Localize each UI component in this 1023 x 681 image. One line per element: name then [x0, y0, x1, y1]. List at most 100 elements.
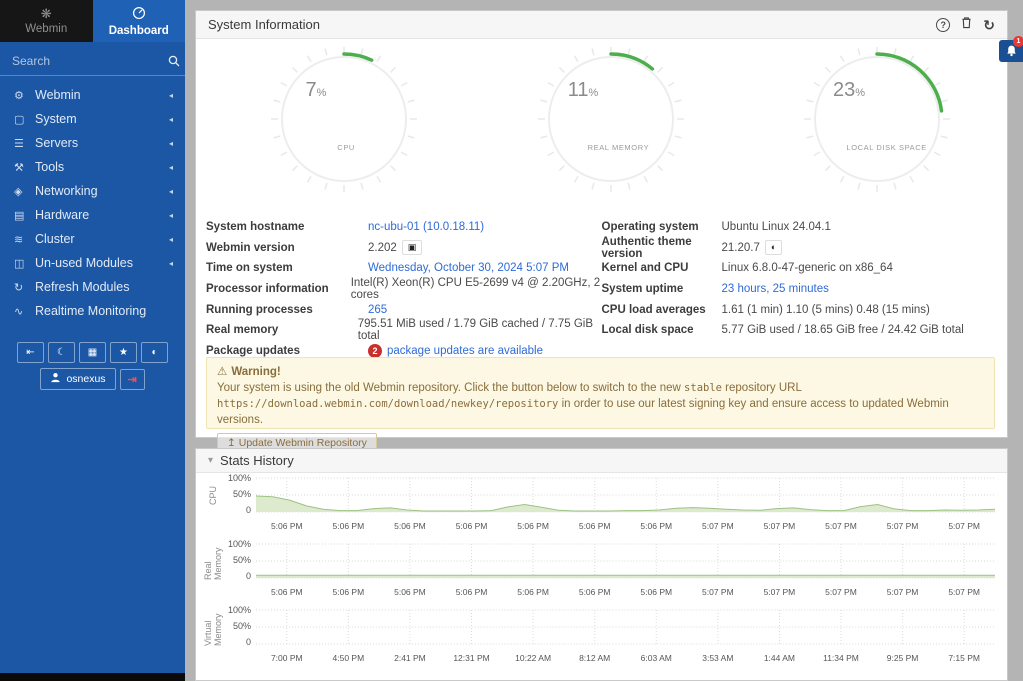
user-button[interactable]: osnexus: [40, 368, 115, 390]
x-tick-label: 5:06 PM: [502, 521, 564, 531]
info-value: 21.20.7: [722, 242, 760, 254]
sidebar-item-system[interactable]: ▢System◂: [0, 107, 185, 131]
info-value: 795.51 MiB used / 1.79 GiB cached / 7.75…: [358, 318, 602, 342]
sidebar-item-label: Hardware: [35, 208, 89, 222]
y-axis-ticks: 100%50%0: [220, 542, 256, 580]
logout-button[interactable]: ⇥: [120, 369, 145, 390]
y-tick-label: 100%: [228, 473, 251, 483]
x-tick-label: 5:07 PM: [687, 521, 749, 531]
sidebar-item-label: Un-used Modules: [35, 256, 133, 270]
sidebar-item-label: Cluster: [35, 232, 75, 246]
info-label: System uptime: [602, 283, 722, 295]
info-row-time-on-system: Time on systemWednesday, October 30, 202…: [206, 258, 602, 279]
info-label: CPU load averages: [602, 304, 722, 316]
info-row-authentic-theme-version: Authentic theme version21.20.7 ◐: [602, 238, 998, 259]
sidebar-item-hardware[interactable]: ▤Hardware◂: [0, 203, 185, 227]
page-title: System Information: [208, 17, 320, 32]
night-mode-button[interactable]: ☾: [48, 342, 75, 363]
favorites-button[interactable]: ★: [110, 342, 137, 363]
info-value[interactable]: 265: [368, 304, 387, 316]
info-value[interactable]: nc-ubu-01 (10.0.18.11): [368, 221, 484, 233]
y-tick-label: 50%: [233, 489, 251, 499]
x-tick-label: 5:06 PM: [564, 521, 626, 531]
chart-axis-title: Real Memory: [206, 542, 220, 580]
sidebar-item-cluster[interactable]: ≋Cluster◂: [0, 227, 185, 251]
local-disk-gauge-dial: [792, 47, 962, 197]
real-memory-gauge: 11% REAL MEMORY: [526, 47, 696, 197]
sidebar-item-refresh-modules[interactable]: ↻Refresh Modules: [0, 275, 185, 299]
info-value: 5.77 GiB used / 18.65 GiB free / 24.42 G…: [722, 324, 964, 336]
x-tick-label: 5:07 PM: [810, 587, 872, 597]
x-axis-labels: 5:06 PM5:06 PM5:06 PM5:06 PM5:06 PM5:06 …: [256, 587, 995, 597]
x-tick-label: 5:07 PM: [872, 587, 934, 597]
sidebar: ❋ Webmin Dashboard ⚙Webmin◂▢System◂☰Serv…: [0, 0, 185, 681]
sidebar-item-tools[interactable]: ⚒Tools◂: [0, 155, 185, 179]
info-label: Processor information: [206, 283, 351, 295]
x-tick-label: 5:06 PM: [379, 521, 441, 531]
refresh-icon[interactable]: ↻: [983, 18, 995, 32]
real-memory-gauge-dial: [526, 47, 696, 197]
tab-webmin[interactable]: ❋ Webmin: [0, 0, 93, 42]
trash-icon[interactable]: [961, 16, 972, 34]
y-tick-label: 50%: [233, 621, 251, 631]
sidebar-item-label: Webmin: [35, 88, 81, 102]
help-icon[interactable]: ?: [936, 18, 950, 32]
sidebar-item-servers[interactable]: ☰Servers◂: [0, 131, 185, 155]
local-disk-gauge: 23% LOCAL DISK SPACE: [792, 47, 962, 197]
sidebar-item-label: Servers: [35, 136, 78, 150]
y-tick-label: 50%: [233, 555, 251, 565]
local-disk-gauge-label: LOCAL DISK SPACE: [846, 143, 926, 152]
info-label: Running processes: [206, 304, 368, 316]
chevron-left-icon: ◂: [169, 91, 173, 100]
chevron-left-icon: ◂: [169, 187, 173, 196]
info-value[interactable]: Wednesday, October 30, 2024 5:07 PM: [368, 262, 569, 274]
x-tick-label: 5:06 PM: [625, 587, 687, 597]
search-input[interactable]: [12, 54, 167, 68]
network-icon: ◈: [14, 185, 35, 198]
x-tick-label: 5:07 PM: [687, 587, 749, 597]
x-tick-label: 3:53 AM: [687, 653, 749, 663]
sidebar-item-un-used-modules[interactable]: ◫Un-used Modules◂: [0, 251, 185, 275]
local-disk-gauge-value: 23%: [794, 79, 904, 102]
sidebar-item-label: Refresh Modules: [35, 280, 130, 294]
x-tick-label: 5:06 PM: [256, 521, 318, 531]
tab-dashboard[interactable]: Dashboard: [93, 0, 186, 42]
info-value: 1.61 (1 min) 1.10 (5 mins) 0.48 (15 mins…: [722, 304, 930, 316]
info-value[interactable]: 23 hours, 25 minutes: [722, 283, 829, 295]
x-tick-label: 5:06 PM: [564, 587, 626, 597]
notification-count-badge: 1: [1013, 36, 1023, 47]
x-tick-label: 5:06 PM: [502, 587, 564, 597]
y-tick-label: 0: [246, 637, 251, 647]
info-label: Authentic theme version: [602, 236, 722, 260]
warning-text: Your system is using the old Webmin repo…: [217, 380, 984, 428]
footer-buttons: ⇤ ☾▦★◐: [0, 342, 185, 363]
stats-history-header: ▾ Stats History: [196, 449, 1007, 473]
stats-chart-real-memory: Real Memory100%50%05:06 PM5:06 PM5:06 PM…: [206, 542, 995, 600]
background-button[interactable]: ▦: [79, 342, 106, 363]
notifications-button[interactable]: 1: [999, 40, 1023, 62]
cpu-gauge: 7% CPU: [259, 47, 429, 197]
sidebar-item-networking[interactable]: ◈Networking◂: [0, 179, 185, 203]
collapse-icon[interactable]: ▾: [208, 455, 213, 466]
info-row-local-disk-space: Local disk space5.77 GiB used / 18.65 Gi…: [602, 320, 998, 341]
collapse-sidebar-icon: ⇤: [26, 347, 34, 358]
sidebar-footer: ⇤ ☾▦★◐ osnexus ⇥: [0, 342, 185, 390]
sidebar-item-webmin[interactable]: ⚙Webmin◂: [0, 83, 185, 107]
search-bar: [0, 46, 185, 76]
theme-palette-button[interactable]: ◐: [141, 342, 168, 363]
x-tick-label: 1:44 AM: [749, 653, 811, 663]
sidebar-item-realtime-monitoring[interactable]: ∿Realtime Monitoring: [0, 299, 185, 323]
palette-icon[interactable]: ◐: [765, 240, 782, 255]
x-tick-label: 9:25 PM: [872, 653, 934, 663]
collapse-sidebar-button[interactable]: ⇤: [17, 342, 44, 363]
sidebar-item-label: System: [35, 112, 77, 126]
x-tick-label: 5:07 PM: [810, 521, 872, 531]
info-row-system-uptime: System uptime23 hours, 25 minutes: [602, 279, 998, 300]
search-icon[interactable]: [167, 54, 181, 68]
x-tick-label: 4:50 PM: [318, 653, 380, 663]
info-value[interactable]: package updates are available: [387, 345, 543, 357]
chevron-left-icon: ◂: [169, 235, 173, 244]
package-updates-count-badge: 2: [368, 344, 382, 358]
info-row-operating-system: Operating systemUbuntu Linux 24.04.1: [602, 217, 998, 238]
changelog-icon[interactable]: ▣: [402, 240, 423, 255]
